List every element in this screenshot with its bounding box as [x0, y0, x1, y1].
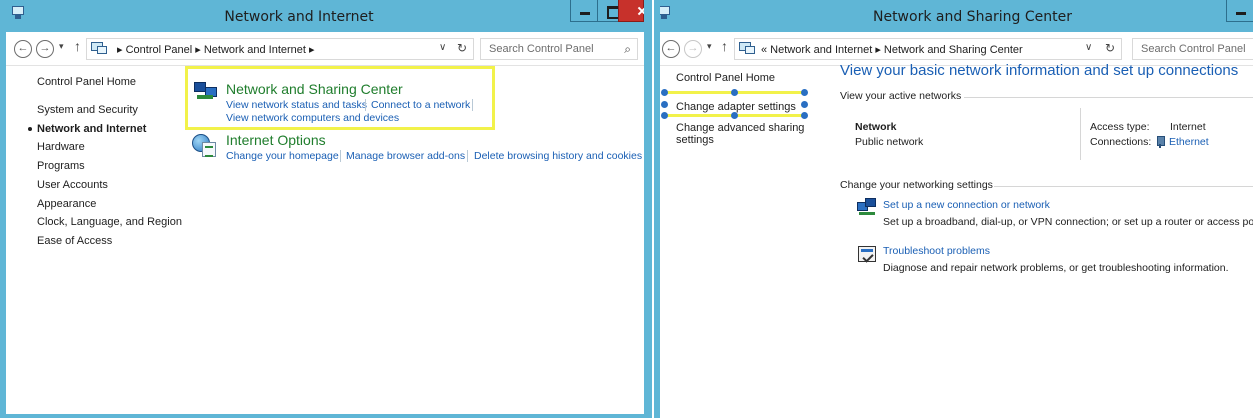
back-button[interactable]: ←: [662, 40, 680, 58]
access-type-label: Access type:: [1090, 121, 1150, 133]
refresh-icon[interactable]: ↻: [457, 41, 467, 55]
address-bar[interactable]: « Network and Internet ▸ Network and Sha…: [734, 38, 1122, 60]
troubleshoot-icon: [858, 246, 876, 262]
change-advanced-sharing-link-line2[interactable]: settings: [676, 134, 714, 146]
forward-button[interactable]: →: [684, 40, 702, 58]
connections-label: Connections:: [1090, 136, 1152, 148]
search-placeholder: Search Control Panel: [1141, 43, 1246, 55]
chevron-down-icon[interactable]: ∨: [1085, 42, 1092, 53]
control-panel-home-link[interactable]: Control Panel Home: [676, 72, 775, 84]
setup-new-connection-link[interactable]: Set up a new connection or network: [883, 199, 1050, 211]
title-bar[interactable]: Network and Internet: [6, 0, 644, 32]
connect-to-network-link[interactable]: Connect to a network: [371, 99, 470, 111]
internet-options-icon: [192, 134, 218, 158]
ethernet-connection-link[interactable]: Ethernet: [1169, 136, 1209, 148]
sidebar-item-network-internet[interactable]: Network and Internet: [37, 123, 146, 135]
address-toolbar: ← → ▾ ↑ ▸ Control Panel ▸ Network and In…: [6, 32, 644, 66]
page-title: View your basic network information and …: [840, 62, 1239, 79]
sidebar-item-system-security[interactable]: System and Security: [37, 104, 138, 116]
recent-locations-button[interactable]: ▾: [707, 41, 712, 52]
internet-options-link[interactable]: Internet Options: [226, 132, 326, 148]
separator: [467, 150, 468, 162]
network-sharing-icon: [194, 82, 218, 104]
change-homepage-link[interactable]: Change your homepage: [226, 150, 339, 162]
minimize-button[interactable]: [1226, 0, 1253, 22]
view-network-status-link[interactable]: View network status and tasks: [226, 99, 367, 111]
minimize-button[interactable]: [570, 0, 598, 22]
network-and-internet-window: Network and Internet ← → ▾ ↑ ▸ Control P…: [0, 0, 652, 418]
search-input[interactable]: Search Control Panel ⌕: [480, 38, 638, 60]
separator: [472, 99, 473, 111]
delete-browsing-history-link[interactable]: Delete browsing history and cookies: [474, 150, 642, 162]
sidebar-item-appearance[interactable]: Appearance: [37, 198, 96, 210]
setup-new-connection-description: Set up a broadband, dial-up, or VPN conn…: [883, 216, 1253, 228]
new-connection-icon: [857, 198, 879, 218]
window-title: Network and Internet: [224, 9, 374, 25]
control-panel-icon: [91, 42, 111, 56]
breadcrumb[interactable]: ▸ Control Panel ▸ Network and Internet ▸: [117, 43, 315, 56]
troubleshoot-problems-link[interactable]: Troubleshoot problems: [883, 245, 990, 257]
sidebar-item-programs[interactable]: Programs: [37, 160, 85, 172]
selection-handle: [661, 89, 668, 96]
selection-handle: [731, 112, 738, 119]
close-button[interactable]: [618, 0, 644, 22]
network-sharing-center-window: Network and Sharing Center ← → ▾ ↑ « Net…: [654, 0, 1253, 418]
selection-handle: [801, 89, 808, 96]
forward-button[interactable]: →: [36, 40, 54, 58]
selection-handle: [661, 101, 668, 108]
selection-handle: [661, 112, 668, 119]
search-placeholder: Search Control Panel: [489, 43, 594, 55]
refresh-icon[interactable]: ↻: [1105, 41, 1115, 55]
sidebar-item-user-accounts[interactable]: User Accounts: [37, 179, 108, 191]
network-sharing-center-link[interactable]: Network and Sharing Center: [226, 81, 403, 97]
section-divider: [964, 97, 1253, 98]
control-panel-icon: [660, 6, 672, 20]
title-bar[interactable]: Network and Sharing Center: [660, 0, 1253, 32]
recent-locations-button[interactable]: ▾: [59, 41, 64, 52]
view-network-computers-link[interactable]: View network computers and devices: [226, 112, 399, 124]
active-networks-title: View your active networks: [840, 90, 962, 102]
network-name: Network: [855, 121, 897, 133]
sidebar-item-ease-of-access[interactable]: Ease of Access: [37, 235, 112, 247]
separator: [340, 150, 341, 162]
current-item-bullet: [28, 127, 32, 131]
networking-settings-title: Change your networking settings: [840, 179, 993, 191]
change-adapter-settings-link[interactable]: Change adapter settings: [676, 101, 796, 113]
access-type-value: Internet: [1170, 121, 1206, 133]
up-button[interactable]: ↑: [74, 38, 81, 54]
window-title: Network and Sharing Center: [872, 9, 1072, 25]
address-bar[interactable]: ▸ Control Panel ▸ Network and Internet ▸…: [86, 38, 474, 60]
manage-addons-link[interactable]: Manage browser add-ons: [346, 150, 465, 162]
back-button[interactable]: ←: [14, 40, 32, 58]
control-panel-icon: [739, 42, 759, 56]
sidebar-item-clock-language-region[interactable]: Clock, Language, and Region: [37, 216, 182, 228]
control-panel-home-link[interactable]: Control Panel Home: [37, 76, 136, 88]
sidebar-item-hardware[interactable]: Hardware: [37, 141, 85, 153]
separator: [365, 99, 366, 111]
column-divider: [1080, 108, 1081, 160]
troubleshoot-description: Diagnose and repair network problems, or…: [883, 262, 1229, 274]
network-type: Public network: [855, 136, 924, 148]
selection-handle: [801, 112, 808, 119]
section-divider: [994, 186, 1253, 187]
breadcrumb[interactable]: « Network and Internet ▸ Network and Sha…: [761, 43, 1023, 56]
search-icon[interactable]: ⌕: [624, 42, 631, 57]
selection-handle: [731, 89, 738, 96]
chevron-down-icon[interactable]: ∨: [439, 42, 446, 53]
address-toolbar: ← → ▾ ↑ « Network and Internet ▸ Network…: [660, 32, 1253, 66]
change-advanced-sharing-link[interactable]: Change advanced sharing: [676, 122, 804, 134]
ethernet-icon: [1156, 136, 1165, 148]
up-button[interactable]: ↑: [721, 38, 728, 54]
search-input[interactable]: Search Control Panel: [1132, 38, 1253, 60]
selection-handle: [801, 101, 808, 108]
